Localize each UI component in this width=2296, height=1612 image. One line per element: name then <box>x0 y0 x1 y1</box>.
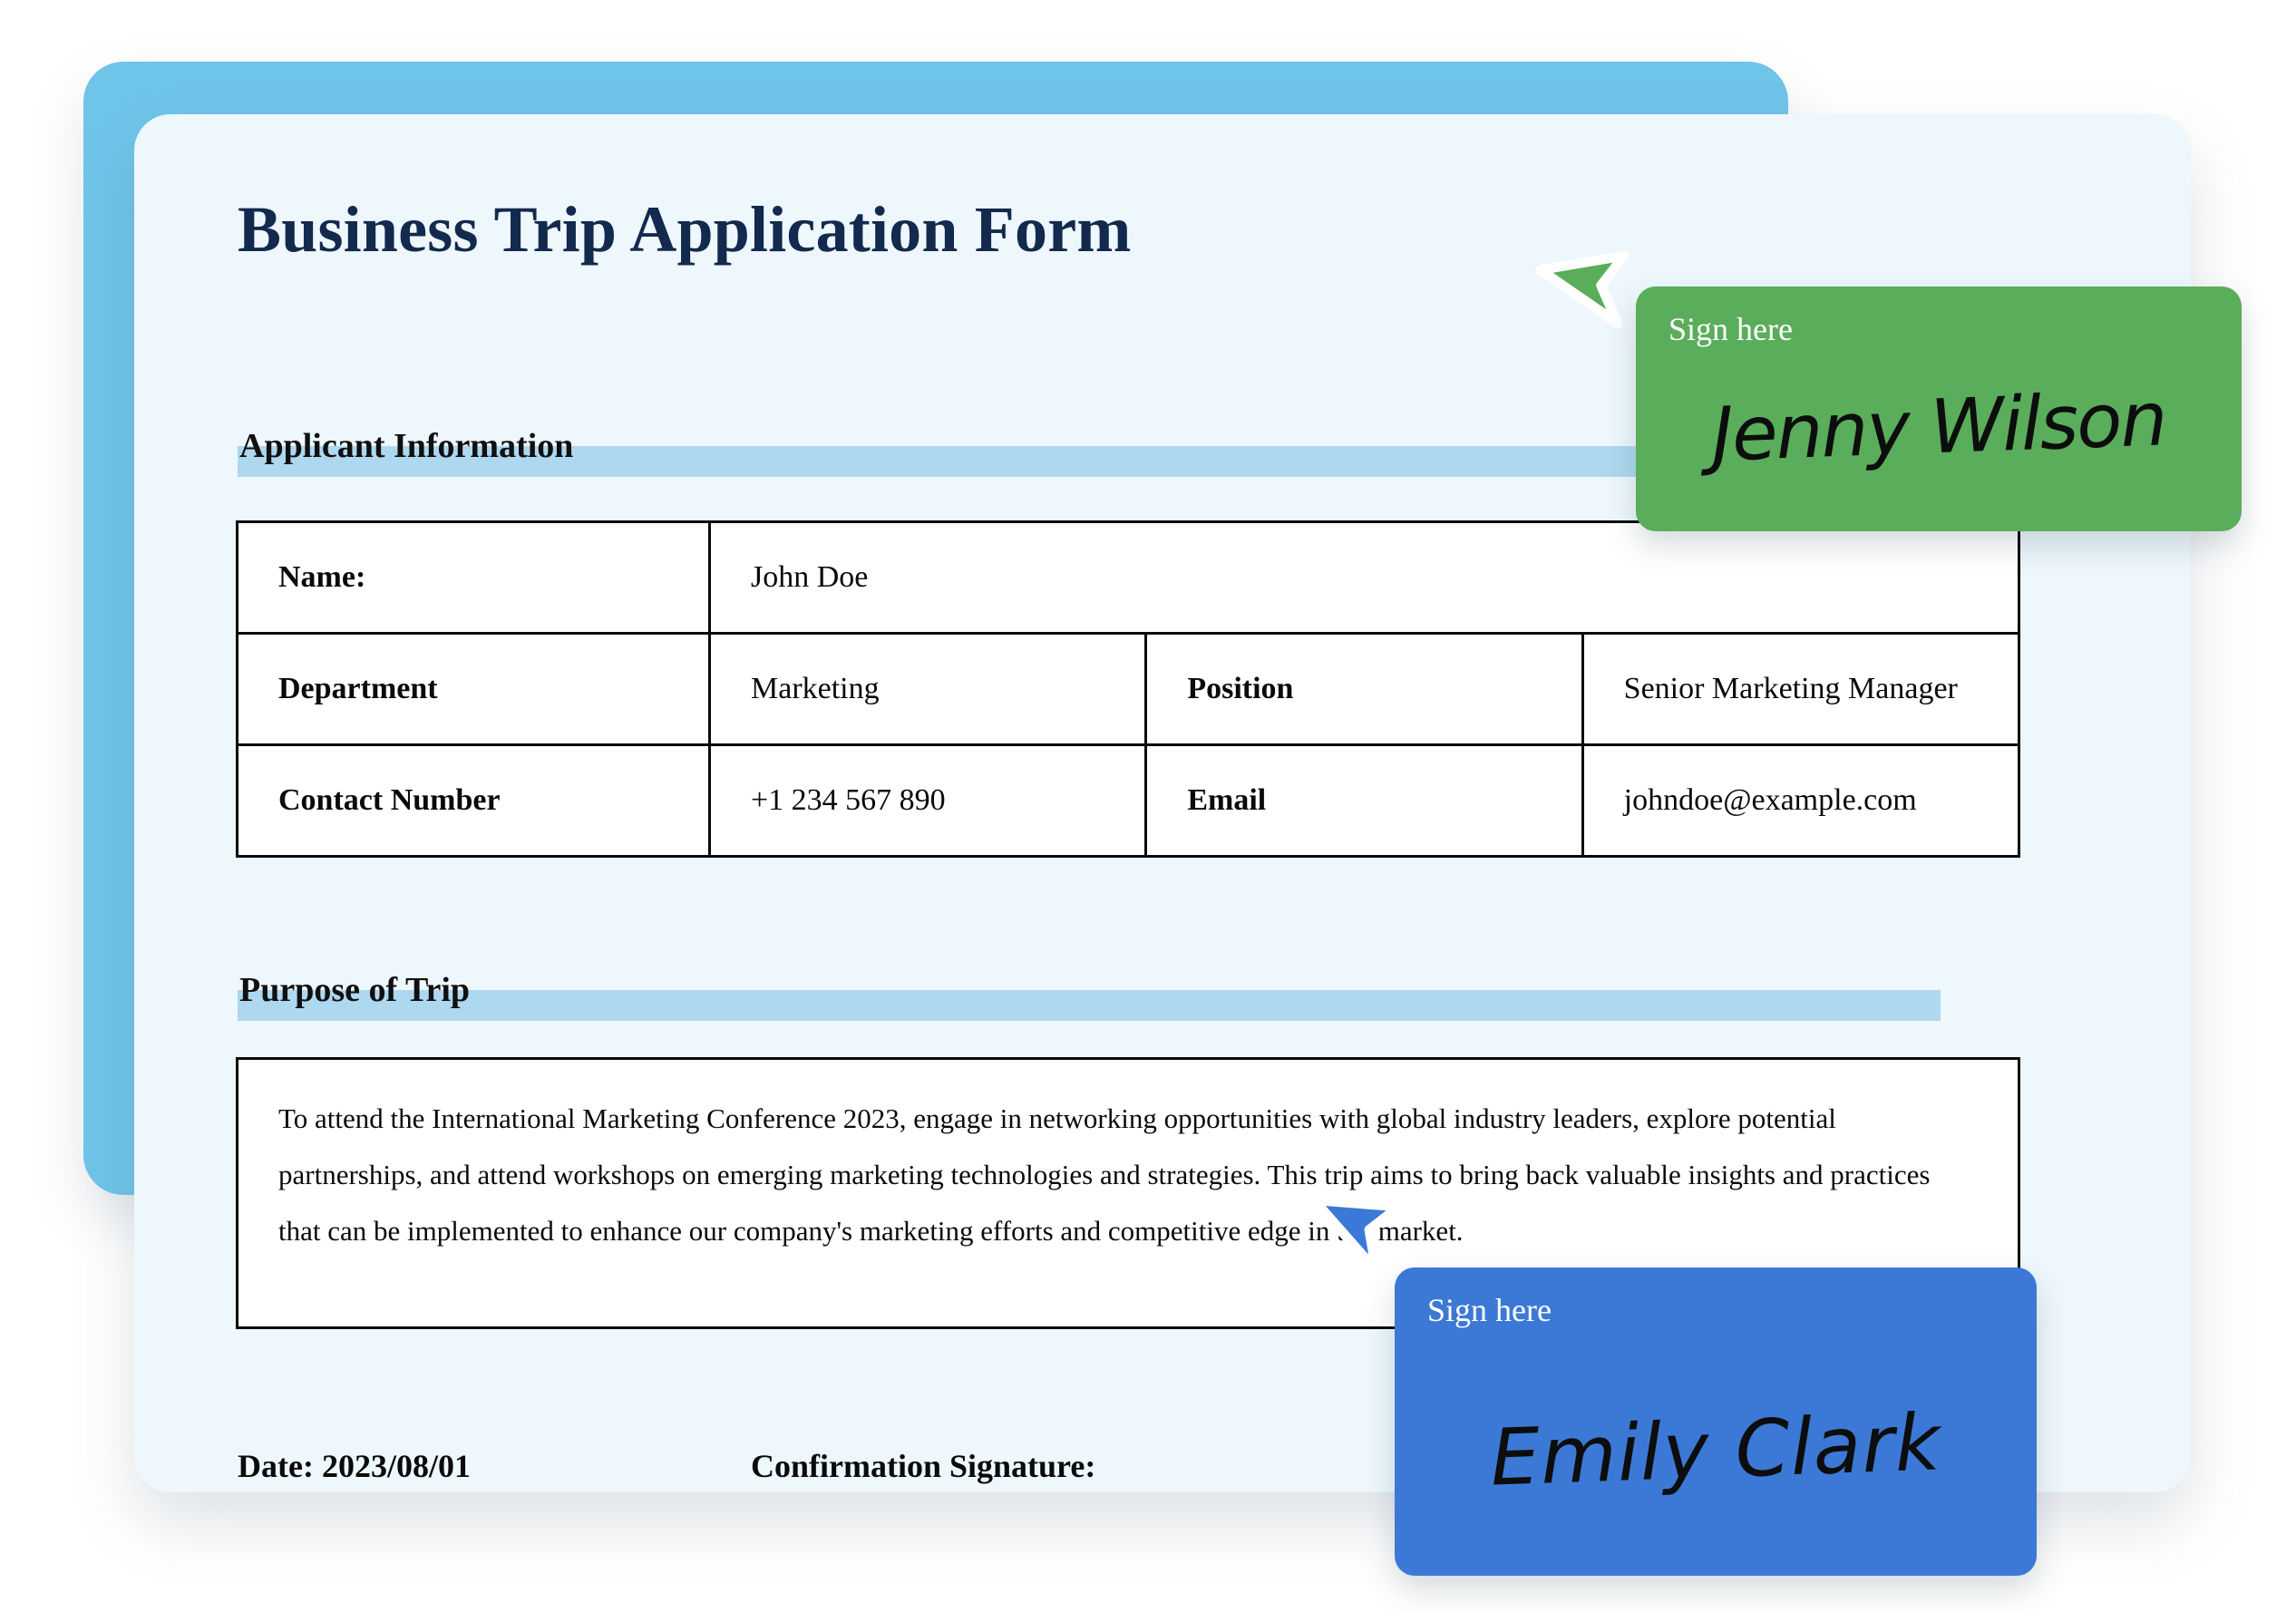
sign-here-label: Sign here <box>1427 1292 1552 1328</box>
page-title: Business Trip Application Form <box>238 193 1132 266</box>
table-row: Contact Number +1 234 567 890 Email john… <box>236 743 2021 858</box>
cell-position-label: Position <box>1144 632 1584 746</box>
applicant-information-table: Name: John Doe Department Marketing Posi… <box>236 520 2021 858</box>
cell-position-value[interactable]: Senior Marketing Manager <box>1581 632 2021 746</box>
cell-department-value[interactable]: Marketing <box>707 632 1148 746</box>
signature-card-green[interactable]: Sign here Jenny Wilson <box>1636 286 2242 531</box>
cell-email-value[interactable]: johndoe@example.com <box>1581 743 2021 858</box>
sign-here-label: Sign here <box>1668 311 1793 347</box>
cell-contact-number-label: Contact Number <box>236 743 711 858</box>
section-highlight-bar <box>238 990 1941 1021</box>
section-label: Applicant Information <box>239 427 574 465</box>
cell-email-label: Email <box>1144 743 1584 858</box>
signature-card-blue[interactable]: Sign here Emily Clark <box>1395 1267 2037 1576</box>
signature-emily-clark: Emily Clark <box>1488 1397 1943 1504</box>
cell-contact-number-value[interactable]: +1 234 567 890 <box>707 743 1148 858</box>
cell-name-label: Name: <box>236 520 711 635</box>
cell-name-value[interactable]: John Doe <box>708 520 2020 635</box>
table-row: Department Marketing Position Senior Mar… <box>236 632 2021 746</box>
date-label: Date: 2023/08/01 <box>238 1448 471 1484</box>
table-row: Name: John Doe <box>236 520 2020 635</box>
signature-jenny-wilson: Jenny Wilson <box>1710 376 2167 479</box>
cell-department-label: Department <box>236 632 711 746</box>
confirmation-signature-label: Confirmation Signature: <box>751 1448 1096 1484</box>
screenshot-stage: Business Trip Application Form Applicant… <box>0 0 2296 1612</box>
purpose-of-trip-text: To attend the International Marketing Co… <box>278 1102 1931 1247</box>
section-label: Purpose of Trip <box>239 971 471 1009</box>
